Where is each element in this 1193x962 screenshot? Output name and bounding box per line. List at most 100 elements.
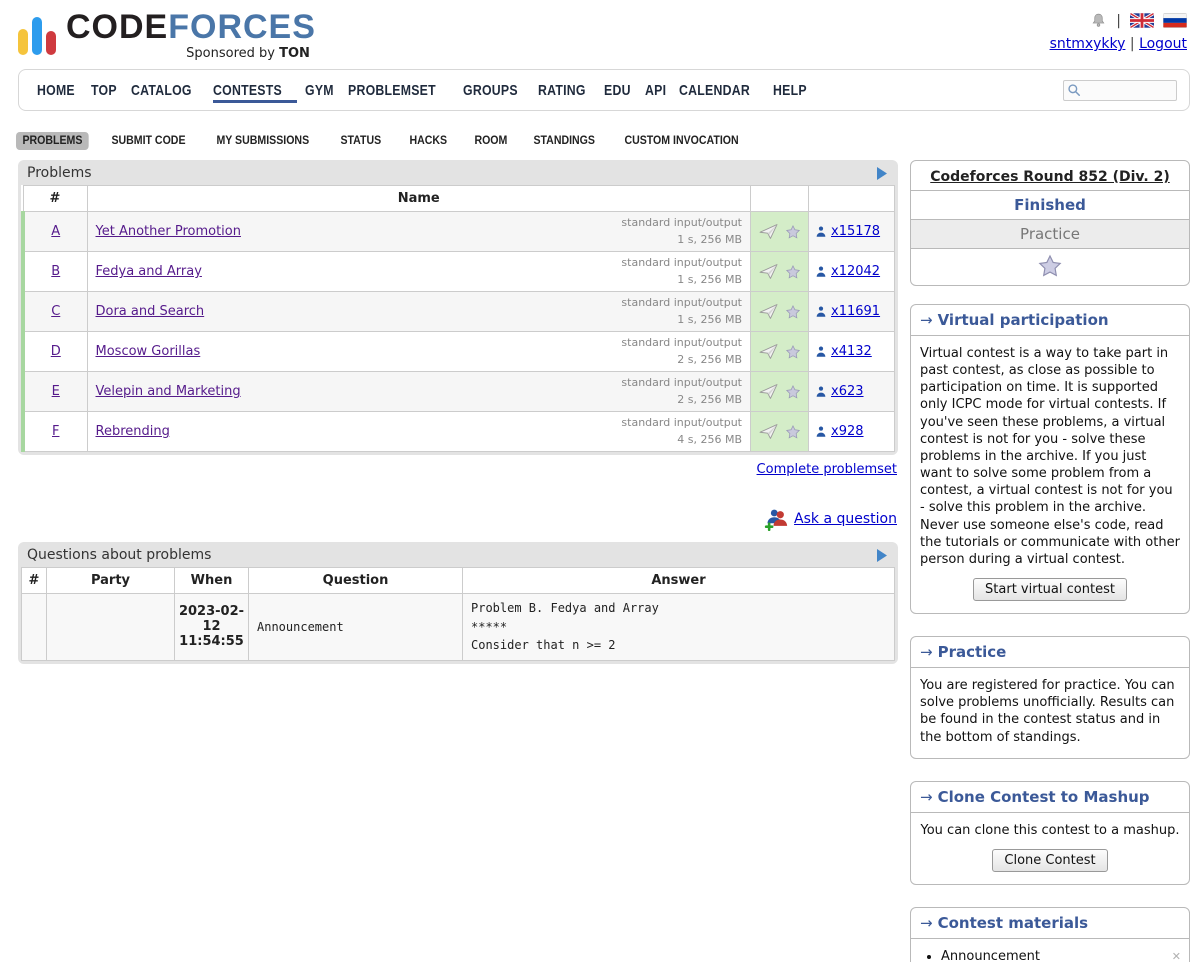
expand-arrow-icon[interactable] <box>876 549 887 562</box>
solved-count-link[interactable]: x15178 <box>831 224 880 239</box>
nav-item-rating[interactable]: RATING <box>538 77 596 103</box>
logout-link[interactable]: Logout <box>1139 36 1187 52</box>
problem-index-link[interactable]: C <box>51 304 60 319</box>
nav-item-help[interactable]: HELP <box>773 77 814 103</box>
problems-table-container: Problems # Name <box>18 160 898 455</box>
practice-text: You are registered for practice. You can… <box>920 677 1180 746</box>
contest-title-row: Codeforces Round 852 (Div. 2) <box>911 161 1189 191</box>
paper-plane-icon[interactable] <box>759 263 778 280</box>
nav-item-contests[interactable]: CONTESTS <box>213 77 297 103</box>
contest-info-box: Codeforces Round 852 (Div. 2) Finished P… <box>910 160 1190 286</box>
uk-flag-icon[interactable] <box>1130 13 1154 28</box>
material-link[interactable]: Announcement <box>941 949 1040 962</box>
problem-title-link[interactable]: Velepin and Marketing <box>96 384 241 399</box>
solved-count-link[interactable]: x12042 <box>831 264 880 279</box>
problem-title-link[interactable]: Dora and Search <box>96 304 205 319</box>
nav-item-gym[interactable]: GYM <box>305 77 340 103</box>
solved-count-link[interactable]: x928 <box>831 424 864 439</box>
problem-solved-cell: x11691 <box>809 292 895 332</box>
caption-arrow: → <box>920 311 933 329</box>
logo-bars-icon <box>18 17 56 61</box>
problem-title-link[interactable]: Moscow Gorillas <box>96 344 201 359</box>
paper-plane-icon[interactable] <box>759 223 778 240</box>
problem-index-link[interactable]: D <box>51 344 61 359</box>
practice-box: →Practice You are registered for practic… <box>910 636 1190 759</box>
col-header-when: When <box>175 568 249 594</box>
star-icon[interactable] <box>785 424 801 440</box>
close-icon[interactable]: ✕ <box>1170 950 1183 962</box>
paper-plane-icon[interactable] <box>759 423 778 440</box>
person-icon <box>814 384 828 399</box>
subnav-item-room[interactable]: ROOM <box>468 132 514 150</box>
star-icon[interactable] <box>785 304 801 320</box>
paper-plane-icon[interactable] <box>759 303 778 320</box>
subnav-item-my-submissions[interactable]: MY SUBMISSIONS <box>210 132 316 150</box>
contest-materials-box: →Contest materials Announcement ✕ <box>910 907 1190 962</box>
star-icon[interactable] <box>785 384 801 400</box>
problem-solved-cell: x928 <box>809 412 895 452</box>
nav-item-problemset[interactable]: PROBLEMSET <box>348 77 455 103</box>
username-link[interactable]: sntmxykky <box>1050 36 1126 52</box>
problem-index-cell: A <box>23 212 87 252</box>
problem-actions-cell <box>751 332 809 372</box>
subnav-item-custom-invocation[interactable]: CUSTOM INVOCATION <box>618 132 745 150</box>
problem-name-cell: Rebrending standard input/output 4 s, 25… <box>87 412 751 452</box>
complete-problemset-row: Complete problemset <box>18 462 897 477</box>
nav-item-home[interactable]: HOME <box>37 77 83 103</box>
subnav-item-standings[interactable]: STANDINGS <box>527 132 601 150</box>
subnav-item-problems[interactable]: PROBLEMS <box>16 132 89 150</box>
nav-item-groups[interactable]: GROUPS <box>463 77 530 103</box>
answer-text-cell: Problem B. Fedya and Array ***** Conside… <box>463 594 895 661</box>
problem-actions-cell <box>751 292 809 332</box>
nav-item-catalog[interactable]: CATALOG <box>131 77 205 103</box>
question-when-cell: 2023-02-12 11:54:55 <box>175 594 249 661</box>
solved-count-link[interactable]: x623 <box>831 384 864 399</box>
problem-index-link[interactable]: E <box>52 384 60 399</box>
problem-row: C Dora and Search standard input/output … <box>23 292 895 332</box>
logo-forces: FORCES <box>168 8 316 46</box>
paper-plane-icon[interactable] <box>759 383 778 400</box>
practice-caption: →Practice <box>911 637 1189 668</box>
problem-index-cell: E <box>23 372 87 412</box>
solved-count-link[interactable]: x11691 <box>831 304 880 319</box>
complete-problemset-link[interactable]: Complete problemset <box>757 462 897 477</box>
problem-index-link[interactable]: A <box>51 224 60 239</box>
solved-count-link[interactable]: x4132 <box>831 344 872 359</box>
start-virtual-contest-button[interactable]: Start virtual contest <box>973 578 1127 601</box>
star-icon[interactable] <box>785 224 801 240</box>
bell-icon[interactable] <box>1090 12 1107 29</box>
problem-index-link[interactable]: F <box>52 424 59 439</box>
problem-title-link[interactable]: Fedya and Array <box>96 264 202 279</box>
contest-mode: Practice <box>911 220 1189 249</box>
problem-name-cell: Fedya and Array standard input/output 1 … <box>87 252 751 292</box>
problem-title-link[interactable]: Yet Another Promotion <box>96 224 241 239</box>
subnav-item-submit-code[interactable]: SUBMIT CODE <box>105 132 192 150</box>
person-icon <box>814 344 828 359</box>
problems-caption: Problems <box>27 165 92 181</box>
virtual-participation-caption: →Virtual participation <box>911 305 1189 336</box>
favorite-star-icon[interactable] <box>911 249 1189 285</box>
problem-actions-cell <box>751 412 809 452</box>
problem-index-link[interactable]: B <box>51 264 60 279</box>
clone-contest-button[interactable]: Clone Contest <box>992 849 1107 872</box>
nav-item-api[interactable]: API <box>645 77 671 103</box>
subnav-item-status[interactable]: STATUS <box>334 132 388 150</box>
subnav-item-hacks[interactable]: HACKS <box>403 132 453 150</box>
logo-sponsored: Sponsored by TON <box>186 46 316 61</box>
star-icon[interactable] <box>785 344 801 360</box>
codeforces-contest-page: CODEFORCES Sponsored by TON | sntmxykky … <box>0 0 1193 962</box>
paper-plane-icon[interactable] <box>759 343 778 360</box>
star-icon[interactable] <box>785 264 801 280</box>
nav-item-top[interactable]: TOP <box>91 77 122 103</box>
ask-question-link[interactable]: Ask a question <box>794 511 897 527</box>
nav-item-calendar[interactable]: CALENDAR <box>679 77 766 103</box>
search-icon <box>1067 82 1081 101</box>
clone-contest-text: You can clone this contest to a mashup. <box>920 822 1180 839</box>
nav-item-edu[interactable]: EDU <box>604 77 637 103</box>
problem-title-link[interactable]: Rebrending <box>96 424 170 439</box>
contest-title-link[interactable]: Codeforces Round 852 (Div. 2) <box>930 169 1169 185</box>
codeforces-logo[interactable]: CODEFORCES Sponsored by TON <box>18 10 316 61</box>
expand-arrow-icon[interactable] <box>876 167 887 180</box>
ru-flag-icon[interactable] <box>1163 13 1187 28</box>
logo-code: CODE <box>66 8 168 46</box>
